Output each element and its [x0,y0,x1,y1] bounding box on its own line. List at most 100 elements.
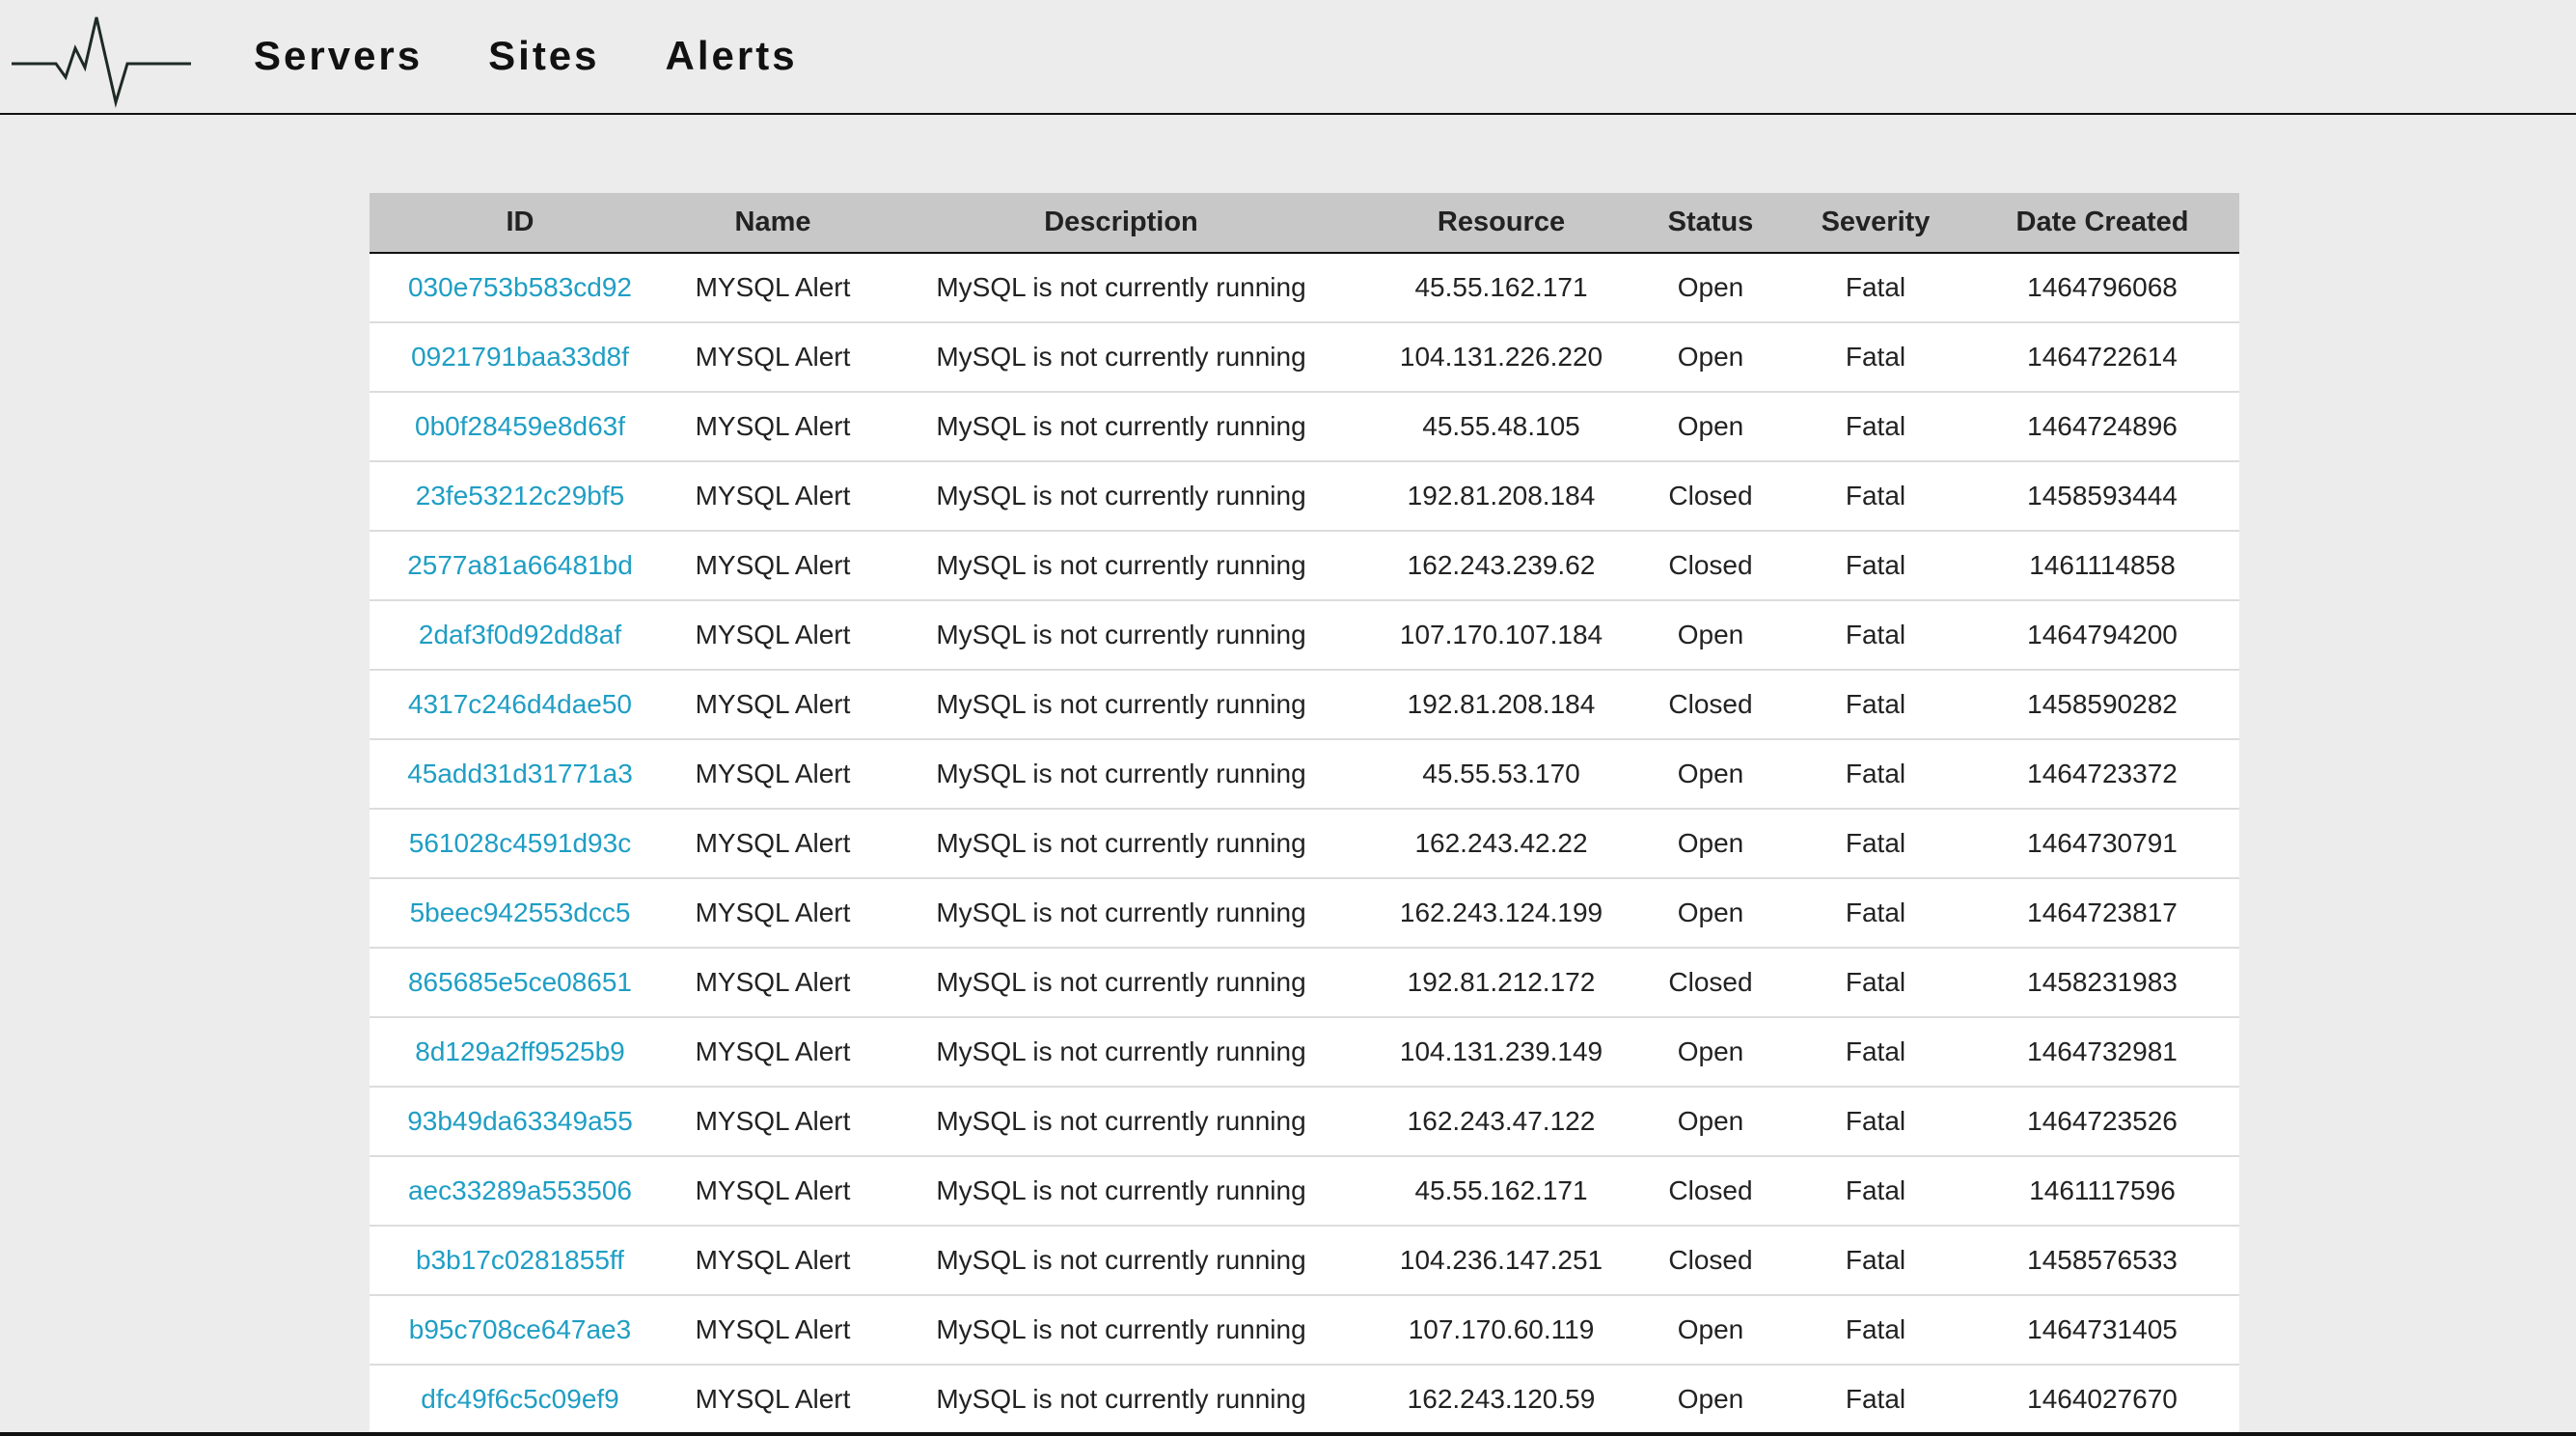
alert-id-link[interactable]: 0b0f28459e8d63f [415,411,625,441]
cell-id: 0921791baa33d8f [370,322,671,392]
alert-id-link[interactable]: 561028c4591d93c [409,828,631,858]
cell-date-created: 1464796068 [2027,272,2178,302]
cell-description: MySQL is not currently running [936,828,1306,858]
cell-description: MySQL is not currently running [936,342,1306,372]
cell-id: 23fe53212c29bf5 [370,461,671,531]
cell-name: MYSQL Alert [695,272,851,302]
cell-status: Closed [1668,689,1753,719]
cell-status: Closed [1668,967,1753,997]
top-navbar: Servers Sites Alerts [0,0,2576,115]
cell-status: Open [1677,1106,1744,1136]
cell-date-created: 1458593444 [2027,481,2178,511]
table-row: 93b49da63349a55 MYSQL Alert MySQL is not… [370,1087,2239,1156]
alert-id-link[interactable]: 8d129a2ff9525b9 [415,1036,625,1066]
cell-severity: Fatal [1845,759,1906,788]
cell-id: b95c708ce647ae3 [370,1295,671,1365]
table-row: 561028c4591d93c MYSQL Alert MySQL is not… [370,809,2239,878]
cell-status: Closed [1668,550,1753,580]
table-row: 2daf3f0d92dd8af MYSQL Alert MySQL is not… [370,600,2239,670]
alert-id-link[interactable]: 865685e5ce08651 [408,967,632,997]
alert-id-link[interactable]: 93b49da63349a55 [407,1106,633,1136]
alert-id-link[interactable]: b3b17c0281855ff [416,1245,624,1275]
cell-resource: 162.243.47.122 [1407,1106,1596,1136]
cell-description: MySQL is not currently running [936,620,1306,649]
cell-description: MySQL is not currently running [936,1314,1306,1344]
cell-date-created: 1461117596 [2029,1175,2176,1205]
alert-id-link[interactable]: 2daf3f0d92dd8af [419,620,621,649]
nav-sites[interactable]: Sites [488,29,599,83]
alert-id-link[interactable]: 45add31d31771a3 [407,759,633,788]
alerts-table-container: ID Name Description Resource Status Seve… [370,193,2239,1436]
alert-id-link[interactable]: 030e753b583cd92 [408,272,632,302]
column-header-description[interactable]: Description [875,193,1367,254]
cell-severity: Fatal [1845,898,1906,927]
cell-id: 2daf3f0d92dd8af [370,600,671,670]
cell-description: MySQL is not currently running [936,272,1306,302]
cell-resource: 192.81.212.172 [1407,967,1596,997]
column-header-name[interactable]: Name [671,193,875,254]
table-header: ID Name Description Resource Status Seve… [370,193,2239,254]
cell-name: MYSQL Alert [695,967,851,997]
cell-severity: Fatal [1845,342,1906,372]
cell-severity: Fatal [1845,272,1906,302]
cell-description: MySQL is not currently running [936,759,1306,788]
table-row: b3b17c0281855ff MYSQL Alert MySQL is not… [370,1226,2239,1295]
alert-id-link[interactable]: 2577a81a66481bd [407,550,633,580]
heartbeat-logo-icon[interactable] [12,14,191,108]
cell-severity: Fatal [1845,620,1906,649]
cell-resource: 162.243.120.59 [1407,1384,1596,1414]
cell-severity: Fatal [1845,550,1906,580]
cell-severity: Fatal [1845,1175,1906,1205]
main-nav: Servers Sites Alerts [254,29,863,83]
table-row: 0921791baa33d8f MYSQL Alert MySQL is not… [370,322,2239,392]
table-row: 865685e5ce08651 MYSQL Alert MySQL is not… [370,948,2239,1017]
alert-id-link[interactable]: 23fe53212c29bf5 [416,481,624,511]
cell-severity: Fatal [1845,481,1906,511]
cell-status: Open [1677,620,1744,649]
alert-id-link[interactable]: dfc49f6c5c09ef9 [421,1384,619,1414]
cell-date-created: 1458231983 [2027,967,2178,997]
column-header-date-created[interactable]: Date Created [1965,193,2239,254]
alert-id-link[interactable]: b95c708ce647ae3 [409,1314,631,1344]
cell-severity: Fatal [1845,1036,1906,1066]
column-header-resource[interactable]: Resource [1367,193,1635,254]
alert-id-link[interactable]: 4317c246d4dae50 [408,689,632,719]
cell-name: MYSQL Alert [695,689,851,719]
cell-name: MYSQL Alert [695,550,851,580]
cell-name: MYSQL Alert [695,759,851,788]
cell-resource: 162.243.239.62 [1407,550,1596,580]
cell-resource: 162.243.124.199 [1399,898,1603,927]
nav-alerts[interactable]: Alerts [666,29,798,83]
column-header-severity[interactable]: Severity [1786,193,1965,254]
cell-id: 5beec942553dcc5 [370,878,671,948]
header-row: ID Name Description Resource Status Seve… [370,193,2239,254]
table-row: aec33289a553506 MYSQL Alert MySQL is not… [370,1156,2239,1226]
cell-date-created: 1464027670 [2027,1384,2178,1414]
cell-name: MYSQL Alert [695,828,851,858]
cell-id: 93b49da63349a55 [370,1087,671,1156]
cell-severity: Fatal [1845,967,1906,997]
cell-severity: Fatal [1845,828,1906,858]
cell-description: MySQL is not currently running [936,1106,1306,1136]
table-row: 23fe53212c29bf5 MYSQL Alert MySQL is not… [370,461,2239,531]
table-row: 030e753b583cd92 MYSQL Alert MySQL is not… [370,253,2239,322]
page: Servers Sites Alerts ID Name Description [0,0,2576,1436]
cell-id: dfc49f6c5c09ef9 [370,1365,671,1434]
table-row: dfc49f6c5c09ef9 MYSQL Alert MySQL is not… [370,1365,2239,1434]
cell-status: Open [1677,1036,1744,1066]
alert-id-link[interactable]: aec33289a553506 [408,1175,632,1205]
nav-servers[interactable]: Servers [254,29,423,83]
alert-id-link[interactable]: 5beec942553dcc5 [410,898,631,927]
cell-description: MySQL is not currently running [936,411,1306,441]
cell-id: 8d129a2ff9525b9 [370,1017,671,1087]
table-row: 45add31d31771a3 MYSQL Alert MySQL is not… [370,739,2239,809]
column-header-id[interactable]: ID [370,193,671,254]
alert-id-link[interactable]: 0921791baa33d8f [411,342,629,372]
column-header-status[interactable]: Status [1635,193,1786,254]
cell-severity: Fatal [1845,689,1906,719]
cell-resource: 104.236.147.251 [1399,1245,1603,1275]
cell-resource: 104.131.239.149 [1399,1036,1603,1066]
cell-status: Open [1677,342,1744,372]
cell-name: MYSQL Alert [695,1314,851,1344]
cell-status: Open [1677,272,1744,302]
